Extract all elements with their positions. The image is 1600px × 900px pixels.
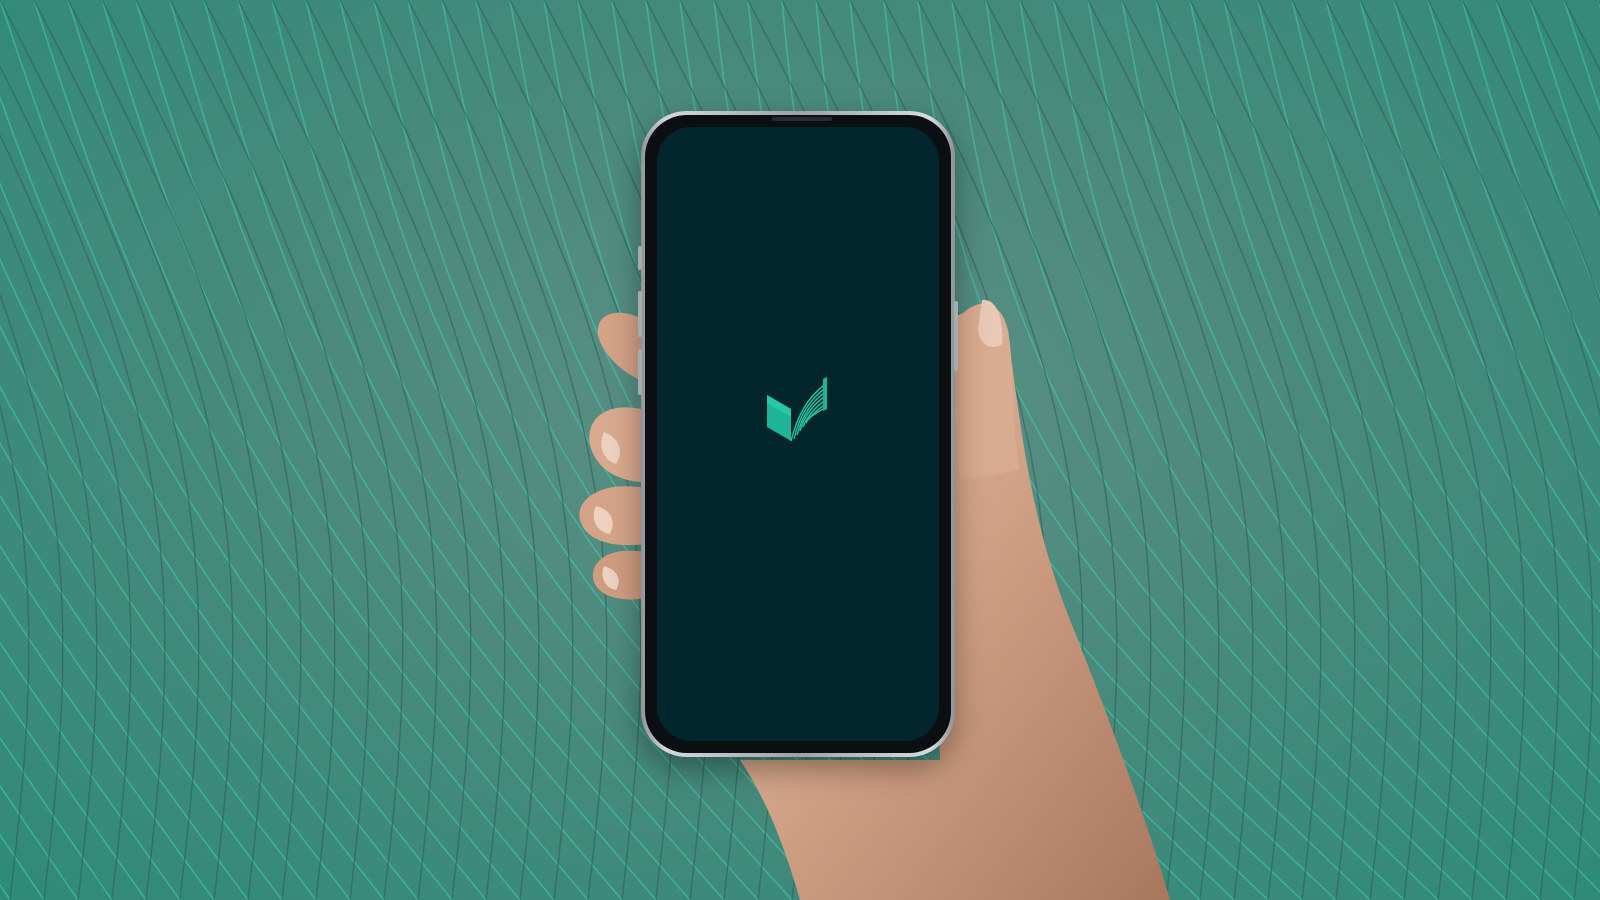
phone-power-button [954,301,958,371]
finger-3 [579,486,645,546]
smartphone [638,111,958,757]
phone-screen [657,127,939,741]
phone-volume-up-button [638,291,642,337]
thumbnail [978,299,1003,347]
phone-bezel [645,115,951,753]
scene [0,0,1600,900]
phone-volume-down-button [638,349,642,395]
phone-speaker [772,117,832,121]
app-logo-icon [767,377,828,442]
phone-side-button [638,246,642,270]
finger-4 [592,550,645,600]
